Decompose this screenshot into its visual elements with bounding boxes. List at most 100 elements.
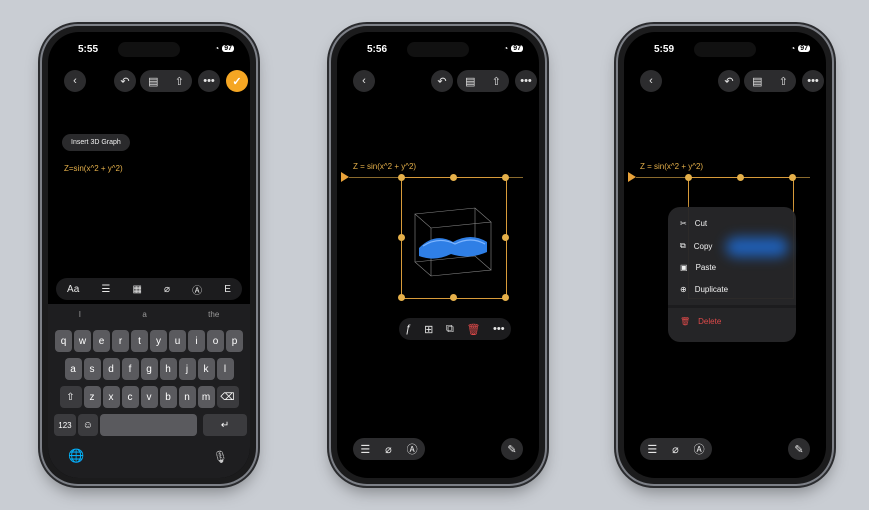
backspace-key[interactable]: ⌫ xyxy=(216,386,239,408)
key[interactable]: g xyxy=(140,358,158,380)
menu-item-label: Paste xyxy=(695,263,717,272)
menu-item-cut[interactable]: ✂ Cut xyxy=(680,219,707,228)
key[interactable]: n xyxy=(178,386,196,408)
compose-button[interactable]: ✎ xyxy=(501,438,523,460)
menu-item-delete[interactable]: 🗑 Delete xyxy=(680,317,721,326)
menu-item-duplicate[interactable]: ⊕ Duplicate xyxy=(680,285,728,294)
back-button[interactable]: ‹ xyxy=(64,70,86,92)
resize-handle[interactable] xyxy=(398,174,405,181)
microphone-icon[interactable]: 🎙 xyxy=(213,450,228,464)
markup-icon[interactable]: Ⓐ xyxy=(407,441,418,457)
key[interactable]: o xyxy=(207,330,224,352)
undo-button[interactable]: ↶ xyxy=(114,70,136,92)
resize-handle[interactable] xyxy=(502,294,509,301)
key[interactable]: e xyxy=(93,330,110,352)
key-row-1: q w e r t y u i o p xyxy=(51,330,247,352)
share-icon[interactable]: ⇧ xyxy=(175,75,184,88)
resize-handle[interactable] xyxy=(450,174,457,181)
key[interactable]: s xyxy=(83,358,101,380)
done-button[interactable]: ✓ xyxy=(226,70,248,92)
key[interactable]: v xyxy=(140,386,158,408)
compose-button[interactable]: ✎ xyxy=(788,438,810,460)
share-icon[interactable]: ⇧ xyxy=(779,75,788,88)
undo-button[interactable]: ↶ xyxy=(431,70,453,92)
table-icon[interactable]: ▦ xyxy=(132,284,141,295)
key[interactable]: a xyxy=(64,358,82,380)
share-icon[interactable]: ⇧ xyxy=(492,75,501,88)
duplicate-icon[interactable]: ⧉ xyxy=(446,323,454,336)
battery-indicator: 97 xyxy=(511,45,523,52)
menu-item-copy[interactable]: ⧉ Copy xyxy=(680,241,712,251)
text-format-button[interactable]: Aa xyxy=(67,284,79,295)
more-button[interactable]: ••• xyxy=(198,70,220,92)
shift-key[interactable]: ⇧ xyxy=(59,386,82,408)
key[interactable]: u xyxy=(169,330,186,352)
suggestion-item[interactable]: I xyxy=(79,310,81,319)
key[interactable]: k xyxy=(197,358,215,380)
formula-text[interactable]: Z=sin(x^2 + y^2) xyxy=(64,164,123,173)
markup-icon[interactable]: Ⓐ xyxy=(192,282,202,297)
back-button[interactable]: ‹ xyxy=(640,70,662,92)
resize-handle[interactable] xyxy=(398,294,405,301)
suggestion-item[interactable]: the xyxy=(208,310,219,319)
3d-graph[interactable] xyxy=(405,202,501,290)
formula-text[interactable]: Z = sin(x^2 + y^2) xyxy=(640,162,703,171)
key[interactable]: j xyxy=(178,358,196,380)
resize-handle[interactable] xyxy=(789,174,796,181)
key[interactable]: b xyxy=(159,386,177,408)
trash-icon[interactable]: 🗑 xyxy=(466,323,480,336)
formula-text[interactable]: Z = sin(x^2 + y^2) xyxy=(353,162,416,171)
calculator-icon[interactable]: ▤ xyxy=(148,75,158,88)
key[interactable]: d xyxy=(102,358,120,380)
key[interactable]: r xyxy=(112,330,129,352)
resize-handle[interactable] xyxy=(685,174,692,181)
numbers-key[interactable]: 123 xyxy=(54,414,76,436)
checklist-icon[interactable]: ☰ xyxy=(360,443,370,456)
insert-3d-graph-suggestion[interactable]: Insert 3D Graph xyxy=(62,134,130,151)
key-row-2: a s d f g h j k l xyxy=(51,358,247,380)
return-key[interactable]: ↵ xyxy=(203,414,247,436)
key[interactable]: q xyxy=(55,330,72,352)
grid-icon[interactable]: ⊞ xyxy=(424,323,433,336)
key[interactable]: p xyxy=(226,330,243,352)
calculator-icon[interactable]: ▤ xyxy=(752,75,762,88)
checklist-icon[interactable]: ☰ xyxy=(647,443,657,456)
status-bar-icons: ◔ 97 xyxy=(790,44,810,53)
key[interactable]: t xyxy=(131,330,148,352)
key[interactable]: w xyxy=(74,330,91,352)
attachment-icon[interactable]: ⌀ xyxy=(672,443,679,456)
markup-icon[interactable]: Ⓐ xyxy=(694,441,705,457)
key[interactable]: i xyxy=(188,330,205,352)
resize-handle[interactable] xyxy=(502,234,509,241)
resize-handle[interactable] xyxy=(450,294,457,301)
attachment-icon[interactable]: ⌀ xyxy=(385,443,392,456)
suggestion-item[interactable]: a xyxy=(142,310,146,319)
toolbar-overflow-item[interactable]: E xyxy=(224,284,231,295)
copy-icon: ⧉ xyxy=(680,241,686,250)
key[interactable]: x xyxy=(102,386,120,408)
key[interactable]: y xyxy=(150,330,167,352)
space-key[interactable] xyxy=(99,414,198,436)
back-button[interactable]: ‹ xyxy=(353,70,375,92)
resize-handle[interactable] xyxy=(737,174,744,181)
attachment-icon[interactable]: ⌀ xyxy=(164,284,170,295)
function-icon[interactable]: ƒ xyxy=(405,323,411,335)
more-button[interactable]: ••• xyxy=(515,70,537,92)
wifi-icon: ◔ xyxy=(790,44,796,53)
undo-button[interactable]: ↶ xyxy=(718,70,740,92)
calculator-icon[interactable]: ▤ xyxy=(465,75,475,88)
globe-icon[interactable]: 🌐 xyxy=(68,448,84,464)
checklist-icon[interactable]: ☰ xyxy=(101,284,110,295)
more-icon[interactable]: ••• xyxy=(493,323,505,335)
resize-handle[interactable] xyxy=(398,234,405,241)
key[interactable]: m xyxy=(197,386,215,408)
key[interactable]: f xyxy=(121,358,139,380)
key[interactable]: h xyxy=(159,358,177,380)
key[interactable]: l xyxy=(216,358,234,380)
menu-item-paste[interactable]: ▣ Paste xyxy=(680,263,716,272)
emoji-key[interactable]: ☺ xyxy=(77,414,98,436)
key[interactable]: c xyxy=(121,386,139,408)
resize-handle[interactable] xyxy=(502,174,509,181)
more-button[interactable]: ••• xyxy=(802,70,824,92)
key[interactable]: z xyxy=(83,386,101,408)
